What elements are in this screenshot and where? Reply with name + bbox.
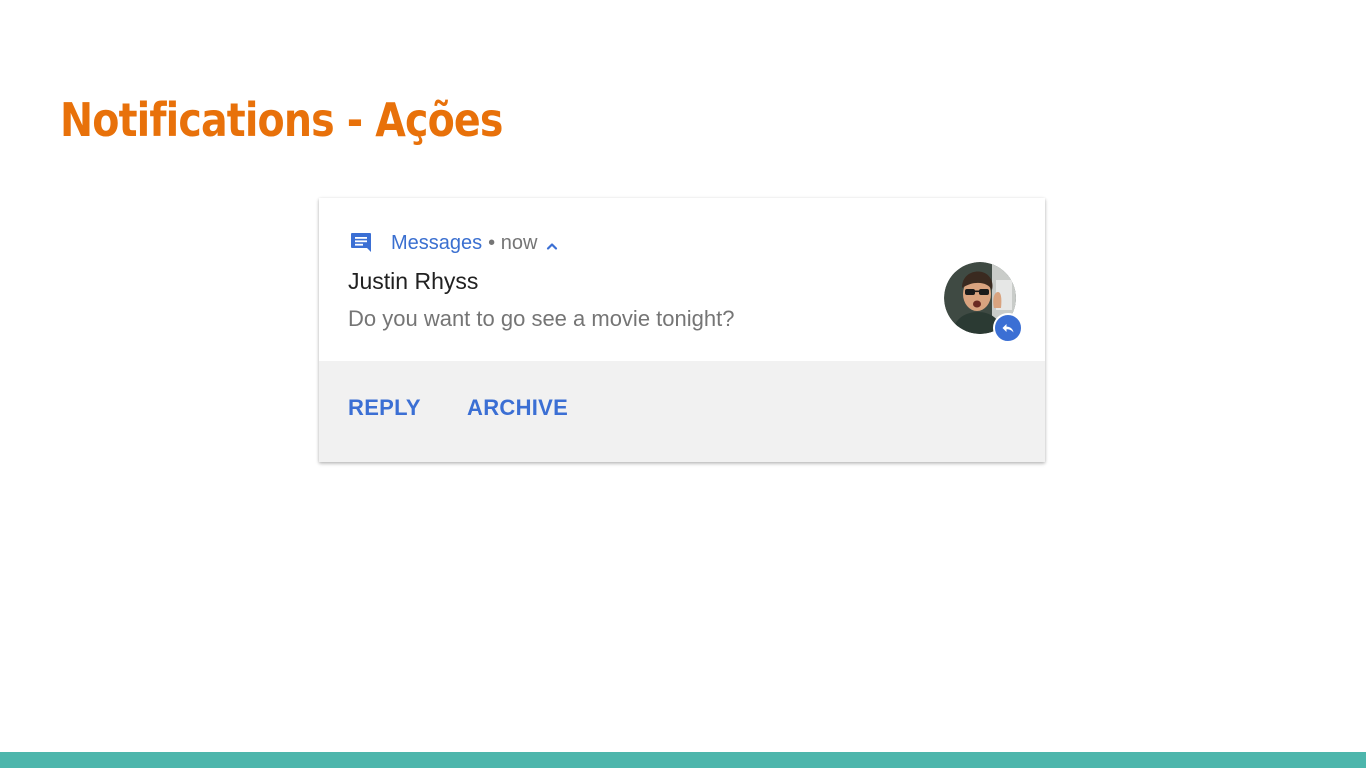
archive-button[interactable]: ARCHIVE (467, 395, 568, 421)
messages-icon (349, 231, 373, 255)
notification-actions: REPLY ARCHIVE (319, 361, 1045, 462)
notification-time: • now (488, 231, 538, 254)
notification-app-row: Messages • now (349, 228, 559, 258)
sender-name: Justin Rhyss (348, 268, 479, 294)
slide-title: Notifications - Ações (60, 93, 503, 147)
message-preview: Do you want to go see a movie tonight? (348, 306, 735, 331)
notification-content[interactable]: Messages • now Justin Rhyss Do you want … (319, 198, 1045, 361)
reply-button[interactable]: REPLY (348, 395, 421, 421)
chevron-up-icon[interactable] (545, 236, 559, 250)
reply-icon (993, 313, 1023, 343)
app-name: Messages (391, 231, 483, 254)
notification-card[interactable]: Messages • now Justin Rhyss Do you want … (319, 198, 1045, 462)
footer-accent-bar (0, 752, 1366, 768)
